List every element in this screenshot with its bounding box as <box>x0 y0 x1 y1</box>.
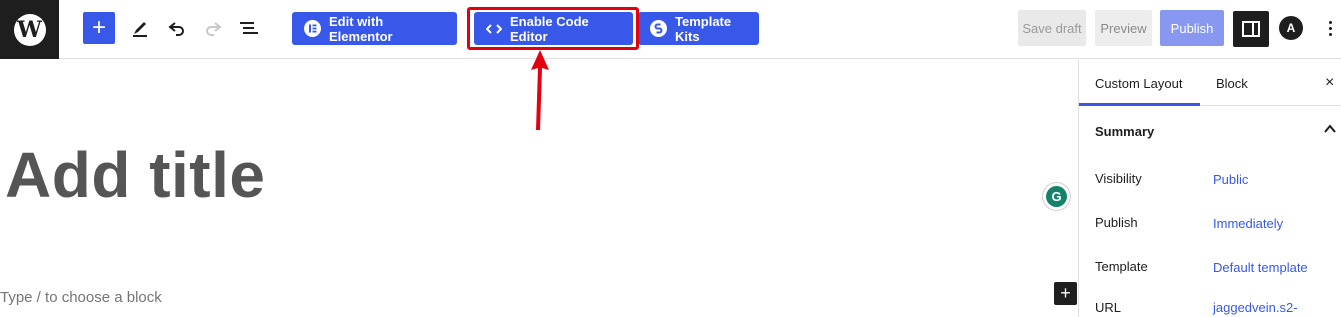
list-view-icon <box>240 22 258 34</box>
document-overview-button[interactable] <box>236 14 262 42</box>
editor-canvas[interactable]: Add title Type / to choose a block G + <box>0 60 1078 317</box>
astra-settings-button[interactable]: A <box>1279 16 1303 40</box>
block-appender[interactable]: Type / to choose a block <box>0 289 162 306</box>
publish-label: Publish <box>1095 215 1138 230</box>
settings-toggle-button[interactable] <box>1233 11 1269 47</box>
chevron-up-icon[interactable] <box>1323 122 1337 141</box>
template-value[interactable]: Default template <box>1213 260 1308 275</box>
close-icon[interactable]: × <box>1325 74 1334 92</box>
redo-icon <box>206 22 222 36</box>
wordpress-logo-button[interactable]: W <box>0 0 59 59</box>
summary-panel-title[interactable]: Summary <box>1095 124 1154 139</box>
visibility-value[interactable]: Public <box>1213 172 1248 187</box>
tab-custom-layout[interactable]: Custom Layout <box>1095 60 1182 106</box>
more-options-button[interactable] <box>1322 14 1338 42</box>
template-kits-button[interactable]: Template Kits <box>638 12 759 45</box>
post-title-input[interactable]: Add title <box>5 138 265 212</box>
edit-with-elementor-button[interactable]: Edit with Elementor <box>292 12 457 45</box>
elementor-icon <box>304 20 321 37</box>
inline-add-block-button[interactable]: + <box>1054 282 1077 305</box>
more-options-icon <box>1328 20 1332 24</box>
undo-button[interactable] <box>164 14 190 42</box>
tab-block[interactable]: Block <box>1216 60 1248 106</box>
active-tab-indicator <box>1079 103 1200 106</box>
pen-icon <box>133 22 147 37</box>
wordpress-icon: W <box>13 13 46 46</box>
publish-button[interactable]: Publish <box>1160 10 1224 46</box>
highlight-box <box>467 7 639 50</box>
undo-icon <box>168 22 184 36</box>
grammarly-button[interactable]: G <box>1043 183 1070 210</box>
redo-button[interactable] <box>200 14 226 42</box>
grammarly-icon: G <box>1046 186 1067 207</box>
preview-button[interactable]: Preview <box>1095 10 1152 46</box>
template-label: Template <box>1095 259 1148 274</box>
sidebar-toggle-icon <box>1242 21 1260 37</box>
settings-sidebar: Custom Layout Block × Summary Visibility… <box>1078 60 1341 317</box>
editor-header: W + Edit with Elementor Enable Code Edit… <box>0 0 1341 59</box>
astra-icon: A <box>1286 21 1296 35</box>
url-value[interactable]: jaggedvein.s2- <box>1213 300 1298 315</box>
edit-with-elementor-label: Edit with Elementor <box>329 13 393 44</box>
template-kits-label: Template Kits <box>675 13 732 44</box>
save-draft-button[interactable]: Save draft <box>1018 10 1086 46</box>
template-kits-icon <box>650 20 667 37</box>
visibility-label: Visibility <box>1095 171 1142 186</box>
sidebar-tabs: Custom Layout Block × <box>1079 60 1341 106</box>
url-label: URL <box>1095 300 1122 315</box>
publish-date-value[interactable]: Immediately <box>1213 216 1283 231</box>
add-block-button[interactable]: + <box>83 12 115 44</box>
tools-button[interactable] <box>127 14 153 42</box>
